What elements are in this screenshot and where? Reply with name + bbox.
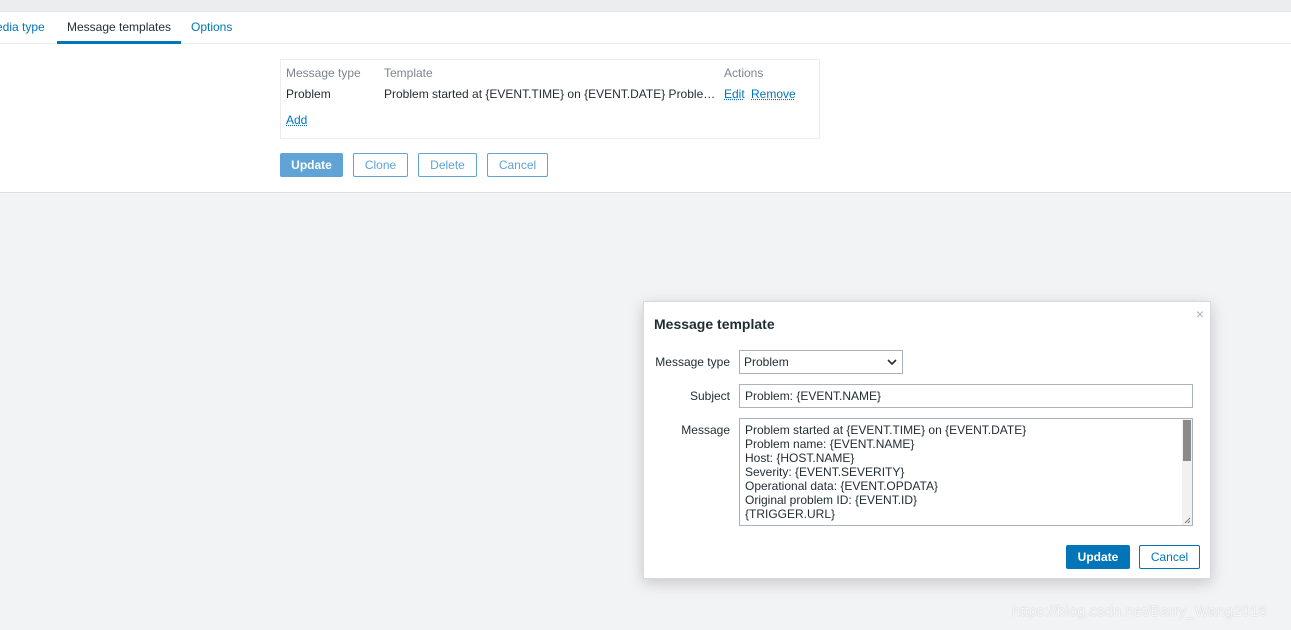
column-header-template: Template [384,66,433,80]
subject-label: Subject [689,389,730,403]
remove-link[interactable]: Remove [751,87,796,101]
message-line: Operational data: {EVENT.OPDATA} [745,479,938,493]
message-type-label: Message type [655,355,730,369]
message-text: Problem started at {EVENT.TIME} on {EVEN… [745,423,1026,521]
column-header-actions: Actions [724,66,764,80]
message-textarea[interactable]: Problem started at {EVENT.TIME} on {EVEN… [739,418,1193,526]
dialog-cancel-button[interactable]: Cancel [1139,545,1200,569]
column-header-message-type: Message type [286,66,361,80]
add-template-link[interactable]: Add [286,113,307,127]
message-line: Original problem ID: {EVENT.ID} [745,493,918,507]
scroll-thumb[interactable] [1183,420,1191,461]
message-line: Host: {HOST.NAME} [745,451,855,465]
tab-bar: Media type Message templates Options [0,12,1291,44]
dialog-update-button[interactable]: Update [1066,545,1130,569]
edit-link[interactable]: Edit [724,87,745,101]
media-type-form-panel: Media type Message templates Options Mes… [0,12,1291,193]
message-type-value: Problem [744,355,789,369]
update-button[interactable]: Update [280,153,343,177]
textarea-scrollbar[interactable] [1182,419,1192,525]
message-type-select[interactable]: Problem [739,350,903,374]
dialog-title: Message template [654,316,775,332]
message-templates-table: Message type Template Actions Problem Pr… [280,59,820,139]
watermark: https://blog.csdn.net/Barry_Wang2016 [1012,603,1267,620]
tab-media-type[interactable]: Media type [0,12,45,44]
message-line: Severity: {EVENT.SEVERITY} [745,465,905,479]
message-line: {TRIGGER.URL} [745,507,836,521]
resize-handle-icon[interactable] [1184,517,1191,524]
clone-button[interactable]: Clone [353,153,408,177]
top-strip [0,0,1291,12]
message-line: Problem name: {EVENT.NAME} [745,437,915,451]
row-message-type: Problem [286,87,331,101]
cancel-button[interactable]: Cancel [487,153,548,177]
tab-message-templates[interactable]: Message templates [57,12,182,44]
chevron-down-icon [887,359,897,366]
subject-input[interactable]: Problem: {EVENT.NAME} [739,384,1193,408]
delete-button[interactable]: Delete [418,153,477,177]
message-line: Problem started at {EVENT.TIME} on {EVEN… [745,423,1027,437]
tab-options[interactable]: Options [191,12,232,44]
message-label: Message [681,423,730,437]
close-icon[interactable]: × [1196,306,1204,322]
row-template-preview: Problem started at {EVENT.TIME} on {EVEN… [384,87,716,101]
message-template-dialog: Message template × Message type Problem … [643,301,1211,579]
